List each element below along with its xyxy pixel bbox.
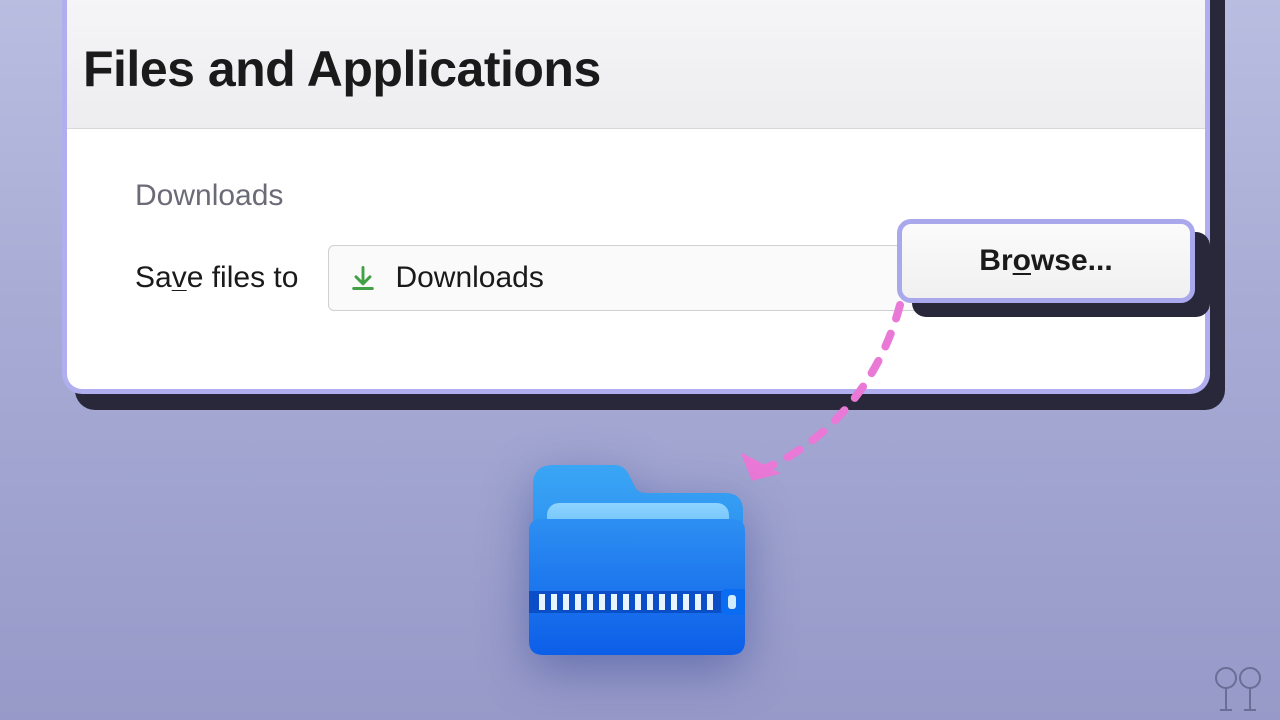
- browse-pre: Br: [979, 244, 1012, 277]
- downloads-section-label: Downloads: [135, 179, 1137, 213]
- save-label-post: e files to: [187, 261, 299, 294]
- save-label-accelerator: v: [172, 261, 187, 294]
- settings-panel: Files and Applications Downloads Save fi…: [62, 0, 1210, 394]
- browse-button-label: Browse...: [979, 244, 1112, 278]
- zip-folder-icon: [525, 455, 745, 655]
- browse-post: wse...: [1031, 244, 1113, 277]
- panel-header: Files and Applications: [67, 0, 1205, 129]
- panel-title: Files and Applications: [83, 40, 1205, 98]
- browse-button[interactable]: Browse...: [897, 219, 1195, 303]
- watermark-icon: [1208, 664, 1268, 714]
- download-path-value: Downloads: [395, 261, 543, 295]
- browse-accelerator: o: [1013, 244, 1031, 277]
- save-label-pre: Sa: [135, 261, 172, 294]
- download-icon: [349, 264, 377, 292]
- save-files-label: Save files to: [135, 261, 298, 295]
